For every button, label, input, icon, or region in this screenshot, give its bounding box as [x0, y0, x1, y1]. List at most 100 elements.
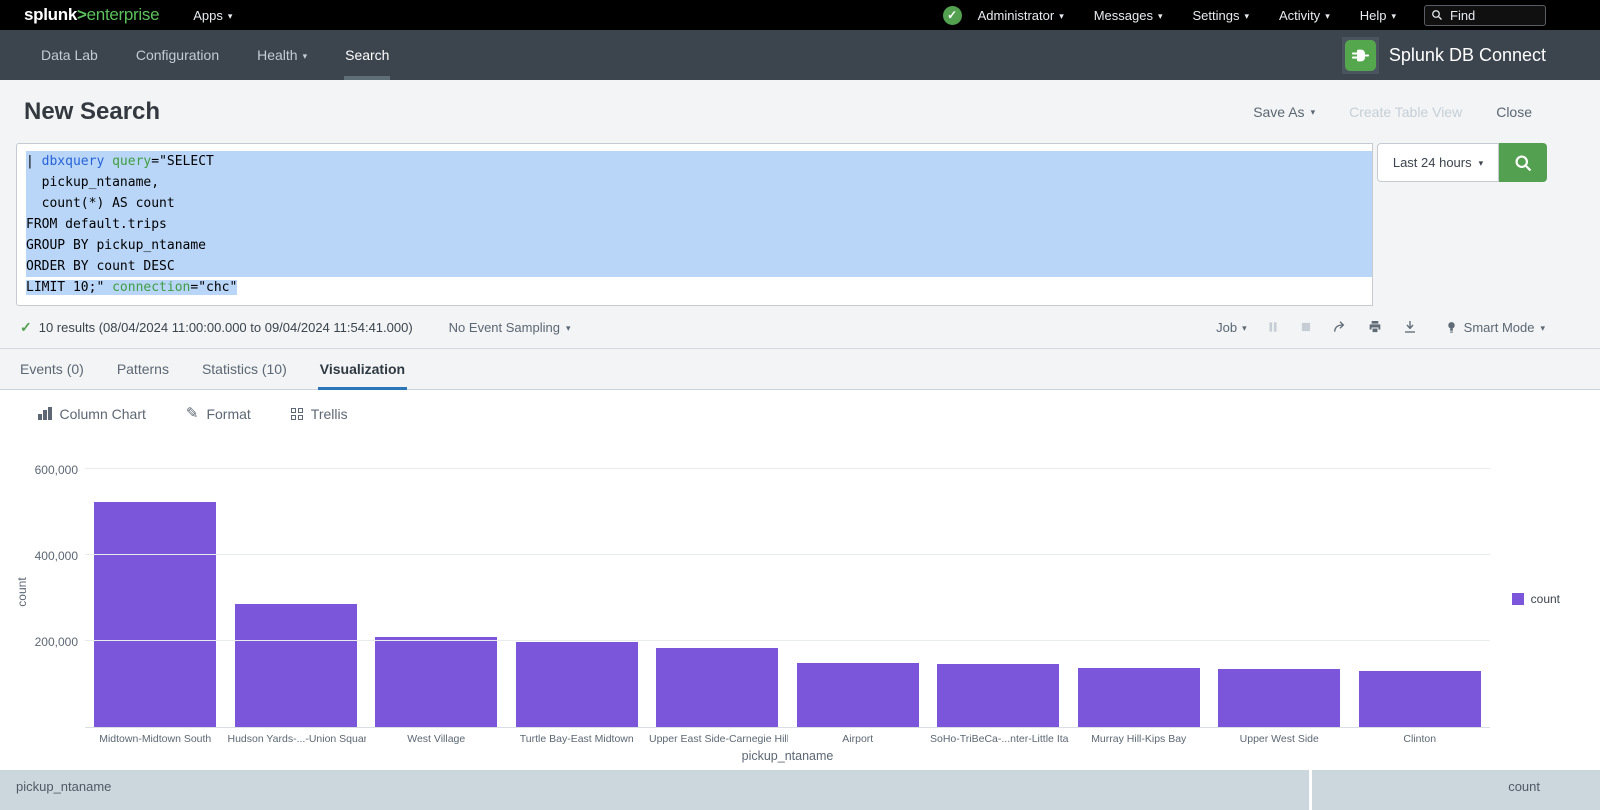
appnav-item-label: Configuration [136, 47, 219, 63]
health-status-badge[interactable]: ✓ [943, 6, 962, 25]
query-line: count(*) AS count [26, 193, 1372, 214]
logo-enterprise-text: enterprise [87, 5, 160, 24]
appnav-item-search[interactable]: Search [326, 30, 408, 80]
export-button[interactable] [1402, 319, 1418, 335]
download-icon [1402, 319, 1418, 335]
query-token: LIMIT 10;" [26, 280, 112, 295]
appnav-item-configuration[interactable]: Configuration [117, 30, 238, 80]
event-sampling-menu[interactable]: No Event Sampling ▾ [449, 320, 571, 335]
y-tick-label: 400,000 [0, 549, 78, 563]
apps-menu[interactable]: Apps ▾ [193, 8, 232, 23]
apps-menu-label: Apps [193, 8, 223, 23]
bar-clinton[interactable] [1359, 671, 1481, 727]
job-menu-button[interactable]: Job ▾ [1216, 320, 1247, 335]
category-label: Hudson Yards-...-Union Square [226, 733, 367, 745]
bar-west-village[interactable] [375, 637, 497, 727]
bar-midtown-midtown-south[interactable] [94, 502, 216, 727]
find-search-box[interactable] [1424, 5, 1546, 26]
visualization-controls: Column Chart ✎ Format Trellis [0, 390, 1600, 437]
search-bar-row: | dbxquery query="SELECT pickup_ntaname,… [0, 143, 1600, 306]
logo-splunk-text: splunk [24, 5, 77, 24]
bar-murray-hill-kips-bay[interactable] [1078, 668, 1200, 727]
success-check-icon: ✓ [20, 319, 32, 336]
bar-soho-tribeca-nter-little-italy[interactable] [937, 664, 1059, 727]
category-label: Midtown-Midtown South [85, 733, 226, 745]
page-header: New Search Save As ▾ Create Table View C… [0, 80, 1600, 143]
app-title-area[interactable]: Splunk DB Connect [1342, 30, 1546, 80]
bar-slot [1069, 470, 1210, 727]
topbar-menu-label: Activity [1279, 8, 1320, 23]
topbar-menu-administrator[interactable]: Administrator▾ [978, 8, 1064, 23]
tab-statistics-10[interactable]: Statistics (10) [202, 349, 287, 389]
run-search-button[interactable] [1499, 143, 1547, 182]
query-line: LIMIT 10;" connection="chc" [26, 277, 1372, 298]
appnav-item-label: Data Lab [41, 47, 98, 63]
trellis-label: Trellis [311, 406, 348, 422]
find-input[interactable] [1448, 7, 1539, 24]
table-header-pickup-ntaname[interactable]: pickup_ntaname [0, 770, 1312, 810]
close-button[interactable]: Close [1496, 104, 1532, 120]
chart-plot-area [85, 470, 1490, 728]
query-token: pickup_ntaname, [26, 175, 159, 190]
share-job-button[interactable] [1332, 319, 1348, 335]
query-token [104, 154, 112, 169]
plug-icon [1345, 40, 1376, 71]
appnav-item-data-lab[interactable]: Data Lab [22, 30, 117, 80]
chart-bars [85, 470, 1490, 727]
caret-down-icon: ▾ [303, 52, 308, 61]
bar-airport[interactable] [797, 663, 919, 727]
trellis-grid-icon [291, 408, 303, 420]
job-label: Job [1216, 320, 1237, 335]
job-controls: Job ▾ Smart Mode ▾ [1216, 319, 1545, 335]
format-button[interactable]: ✎ Format [186, 406, 251, 422]
check-icon: ✓ [947, 8, 957, 22]
gridline-200000 [85, 640, 1490, 641]
results-summary: ✓ 10 results (08/04/2024 11:00:00.000 to… [20, 319, 413, 336]
search-icon [1513, 153, 1533, 173]
bar-upper-east-side-carnegie-hill[interactable] [656, 648, 778, 727]
stop-icon [1299, 320, 1313, 334]
tab-patterns[interactable]: Patterns [117, 349, 169, 389]
search-icon [1431, 9, 1443, 21]
caret-down-icon: ▾ [1311, 108, 1316, 117]
save-as-button[interactable]: Save As ▾ [1253, 104, 1315, 120]
topbar-menu-messages[interactable]: Messages▾ [1094, 8, 1163, 23]
category-label: Clinton [1350, 733, 1491, 745]
search-query-editor[interactable]: | dbxquery query="SELECT pickup_ntaname,… [16, 143, 1373, 306]
trellis-button[interactable]: Trellis [291, 406, 348, 422]
bar-slot [226, 470, 367, 727]
bar-hudson-yards-union-square[interactable] [235, 604, 357, 727]
chart-type-button[interactable]: Column Chart [38, 406, 146, 422]
results-text: 10 results (08/04/2024 11:00:00.000 to 0… [39, 320, 413, 335]
x-axis-title: pickup_ntaname [85, 749, 1490, 763]
close-label: Close [1496, 104, 1532, 120]
appnav-item-health[interactable]: Health▾ [238, 30, 326, 80]
category-label: Turtle Bay-East Midtown [507, 733, 648, 745]
app-nav: Data Lab Configuration Health▾Search [22, 30, 408, 80]
splunk-logo[interactable]: splunk>enterprise [24, 5, 159, 25]
gridline-400000 [85, 554, 1490, 555]
query-token: GROUP BY pickup_ntaname [26, 238, 206, 253]
topbar-menu-activity[interactable]: Activity▾ [1279, 8, 1330, 23]
caret-down-icon: ▾ [1391, 12, 1396, 21]
query-line: ORDER BY count DESC [26, 256, 1372, 277]
print-icon [1367, 319, 1383, 335]
bar-turtle-bay-east-midtown[interactable] [516, 642, 638, 727]
column-chart-icon [38, 407, 52, 420]
topbar-menu-settings[interactable]: Settings▾ [1193, 8, 1250, 23]
bar-upper-west-side[interactable] [1218, 669, 1340, 727]
print-button[interactable] [1367, 319, 1383, 335]
time-range-picker[interactable]: Last 24 hours ▾ [1377, 143, 1499, 182]
table-header-count[interactable]: count [1312, 770, 1600, 810]
chart-legend[interactable]: count [1512, 592, 1560, 606]
tab-visualization[interactable]: Visualization [320, 349, 405, 389]
tab-events-0[interactable]: Events (0) [20, 349, 84, 389]
search-mode-menu[interactable]: Smart Mode ▾ [1445, 320, 1545, 335]
category-label: Airport [788, 733, 929, 745]
top-system-bar: splunk>enterprise Apps ▾ ✓ Administrator… [0, 0, 1600, 30]
topbar-menu-help[interactable]: Help▾ [1360, 8, 1396, 23]
category-label: SoHo-TriBeCa-...nter-Little Italy [928, 733, 1069, 745]
topbar-menu-label: Administrator [978, 8, 1055, 23]
save-as-label: Save As [1253, 104, 1304, 120]
category-label: West Village [366, 733, 507, 745]
